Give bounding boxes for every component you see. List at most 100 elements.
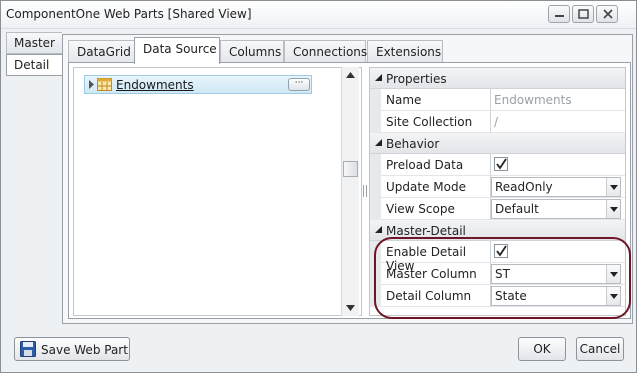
tab-detail-label: Detail [14, 58, 50, 72]
update-mode-select[interactable]: ReadOnly [491, 177, 621, 197]
update-mode-cell: ReadOnly [491, 176, 625, 198]
property-grid: Properties Name Endowments Site Collecti… [369, 67, 626, 316]
tab-datagrid-label: DataGrid [77, 45, 131, 59]
property-row-master-column: Master Column ST [370, 263, 625, 285]
group-master-detail-label: Master-Detail [386, 224, 466, 238]
enable-detail-view-checkbox[interactable] [494, 244, 508, 258]
save-web-part-label: Save Web Part [41, 343, 128, 357]
master-column-select[interactable]: ST [491, 264, 621, 284]
update-mode-value: ReadOnly [495, 180, 553, 194]
table-icon [97, 78, 112, 91]
checkmark-icon [496, 158, 507, 170]
group-master-detail[interactable]: Master-Detail [370, 220, 625, 241]
chevron-down-icon [610, 207, 618, 212]
row-gutter [370, 241, 381, 263]
preload-data-cell [491, 154, 625, 176]
enable-detail-view-label: Enable Detail View [381, 241, 491, 273]
row-gutter [370, 89, 381, 111]
tab-columns[interactable]: Columns [220, 40, 284, 63]
tab-data-source-label: Data Source [143, 42, 217, 56]
collapse-triangle-icon[interactable] [375, 139, 382, 146]
pane-splitter[interactable] [362, 67, 368, 316]
preload-data-checkbox[interactable] [494, 157, 508, 171]
checkmark-icon [496, 245, 507, 257]
group-properties-label: Properties [386, 72, 447, 86]
site-collection-value: / [491, 111, 625, 133]
maximize-button[interactable] [572, 5, 594, 23]
chevron-down-icon [610, 294, 618, 299]
master-column-cell: ST [491, 263, 625, 285]
update-mode-label: Update Mode [381, 176, 491, 198]
tree-item-label: Endowments [116, 78, 194, 92]
chevron-down-icon [610, 185, 618, 190]
view-scope-cell: Default [491, 198, 625, 220]
row-gutter [370, 154, 381, 176]
row-gutter [370, 285, 381, 307]
tab-datagrid[interactable]: DataGrid [68, 40, 135, 63]
master-column-dropdown-button[interactable] [606, 265, 620, 283]
tab-master[interactable]: Master [6, 32, 62, 54]
property-row-view-scope: View Scope Default [370, 198, 625, 220]
collapse-triangle-icon[interactable] [375, 74, 382, 81]
data-source-tree[interactable]: Endowments ··· [73, 67, 362, 316]
scrollbar-thumb[interactable] [343, 161, 358, 177]
tab-connections-label: Connections [293, 45, 368, 59]
property-row-update-mode: Update Mode ReadOnly [370, 176, 625, 198]
property-row-enable-detail-view: Enable Detail View [370, 241, 625, 273]
group-properties[interactable]: Properties [370, 68, 625, 89]
property-row-preload-data: Preload Data [370, 154, 625, 176]
update-mode-dropdown-button[interactable] [606, 178, 620, 196]
master-column-label: Master Column [381, 263, 491, 285]
tab-extensions[interactable]: Extensions [367, 40, 443, 63]
group-behavior[interactable]: Behavior [370, 133, 625, 154]
splitter-grip-icon [363, 185, 367, 197]
property-name-value: Endowments [491, 89, 625, 111]
save-disk-icon [20, 341, 36, 357]
view-scope-select[interactable]: Default [491, 199, 621, 219]
tab-connections[interactable]: Connections [284, 40, 368, 63]
scroll-down-icon[interactable] [346, 305, 355, 311]
detail-column-cell: State [491, 285, 625, 307]
property-row-detail-column: Detail Column State [370, 285, 625, 307]
detail-column-dropdown-button[interactable] [606, 287, 620, 305]
tab-columns-label: Columns [229, 45, 282, 59]
view-scope-value: Default [495, 202, 539, 216]
collapse-triangle-icon[interactable] [375, 226, 382, 233]
tree-scrollbar[interactable] [341, 67, 359, 316]
tree-item-endowments[interactable]: Endowments ··· [84, 75, 312, 94]
ok-button[interactable]: OK [518, 337, 566, 361]
row-gutter [370, 263, 381, 285]
view-scope-label: View Scope [381, 198, 491, 220]
close-button[interactable] [596, 5, 618, 23]
preload-data-label: Preload Data [381, 154, 491, 176]
minimize-icon [555, 15, 564, 17]
group-behavior-label: Behavior [386, 137, 440, 151]
detail-column-select[interactable]: State [491, 286, 621, 306]
cancel-button[interactable]: Cancel [576, 337, 624, 361]
maximize-icon [578, 9, 589, 19]
tab-data-source[interactable]: Data Source [134, 37, 220, 64]
save-web-part-button[interactable]: Save Web Part [14, 337, 130, 361]
row-gutter [370, 198, 381, 220]
property-name-label: Name [381, 89, 491, 111]
enable-detail-view-cell [491, 241, 625, 263]
row-gutter [370, 176, 381, 198]
property-row-site-collection: Site Collection / [370, 111, 625, 133]
minimize-button[interactable] [548, 5, 570, 23]
site-collection-label: Site Collection [381, 111, 491, 133]
expand-arrow-icon[interactable] [89, 80, 95, 89]
detail-column-value: State [495, 289, 527, 303]
tab-extensions-label: Extensions [376, 45, 442, 59]
title-bar[interactable]: ComponentOne Web Parts [Shared View] [1, 1, 636, 29]
tab-detail[interactable]: Detail [6, 54, 62, 76]
more-options-button[interactable]: ··· [288, 78, 310, 91]
master-column-value: ST [495, 267, 510, 281]
close-icon [603, 9, 613, 19]
scroll-up-icon[interactable] [346, 72, 355, 78]
view-scope-dropdown-button[interactable] [606, 200, 620, 218]
window-title: ComponentOne Web Parts [Shared View] [6, 7, 252, 21]
chevron-down-icon [610, 272, 618, 277]
row-gutter [370, 111, 381, 133]
detail-column-label: Detail Column [381, 285, 491, 307]
tab-master-label: Master [14, 36, 55, 50]
